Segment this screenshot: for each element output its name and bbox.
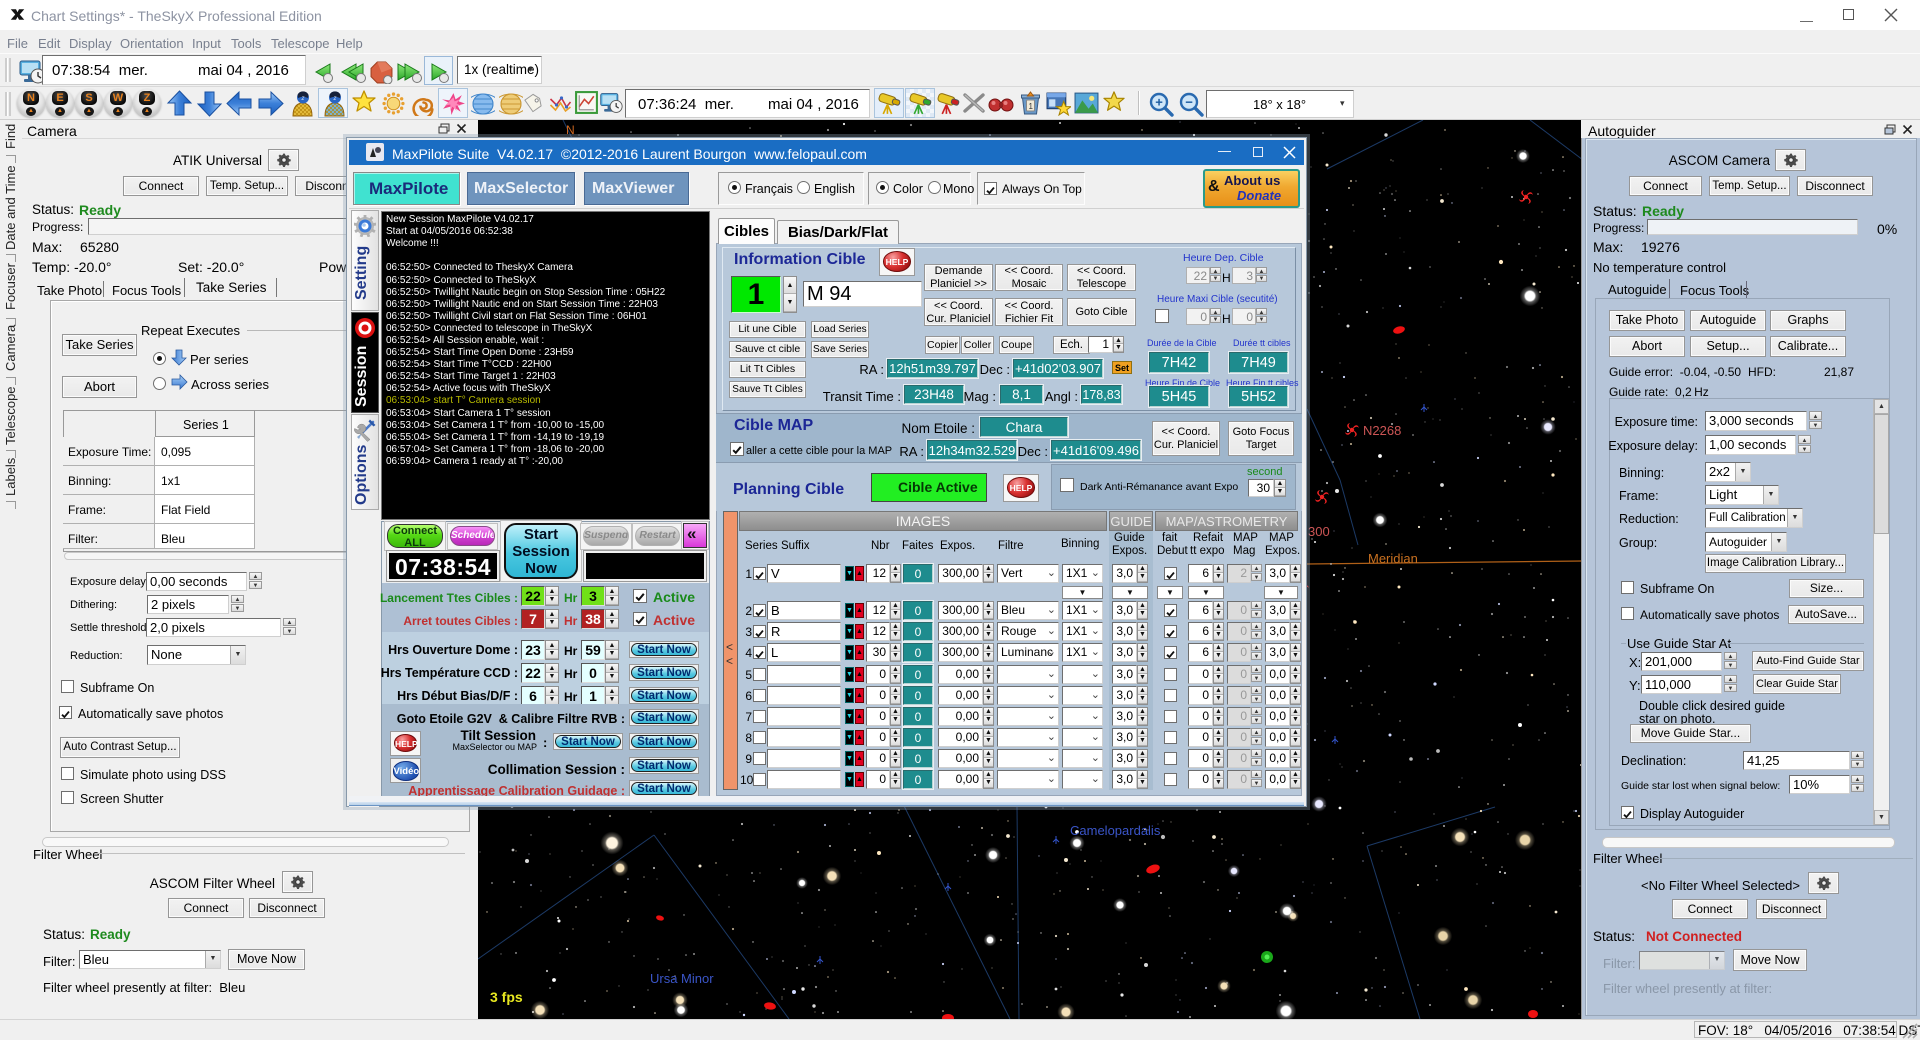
svg-text:z: z: [301, 96, 305, 102]
svg-text:1: 1: [1029, 102, 1034, 111]
svg-text:+: +: [1155, 95, 1163, 110]
svg-text:z: z: [333, 96, 337, 102]
svg-text:−: −: [1185, 95, 1193, 110]
